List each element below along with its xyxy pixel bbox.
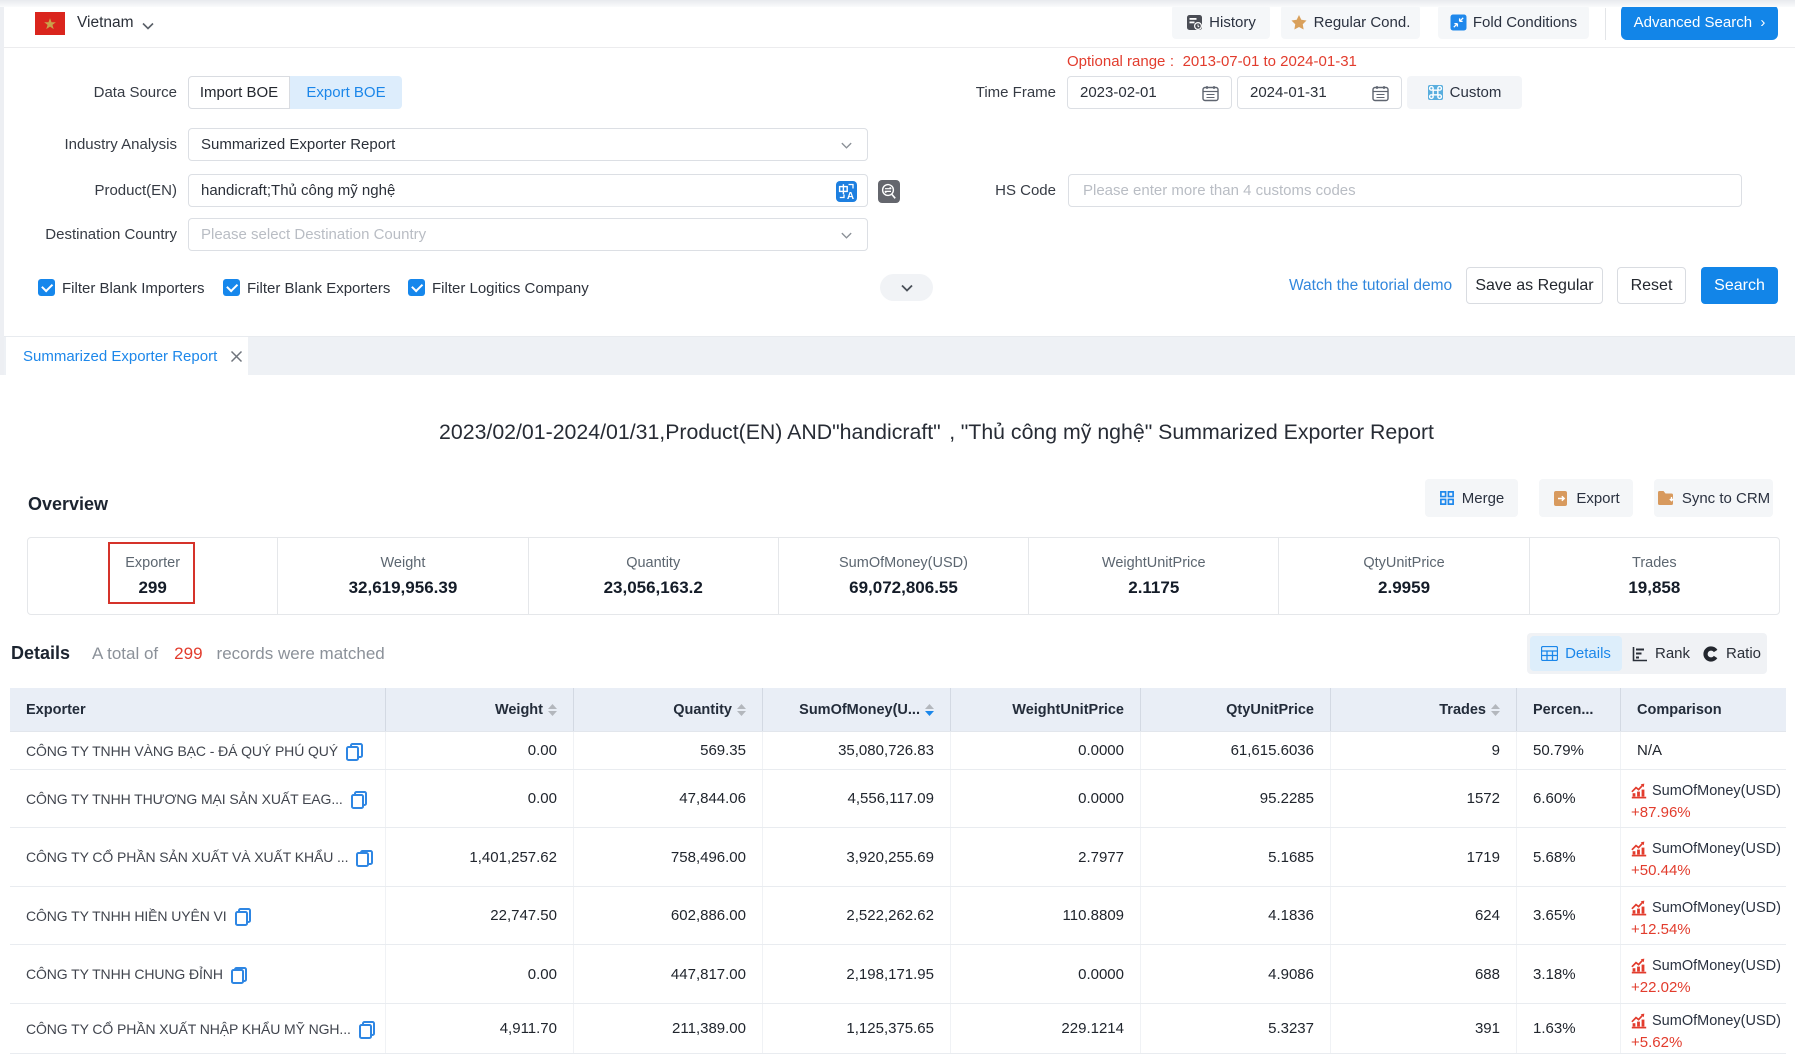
svg-text:A: A <box>847 191 854 202</box>
